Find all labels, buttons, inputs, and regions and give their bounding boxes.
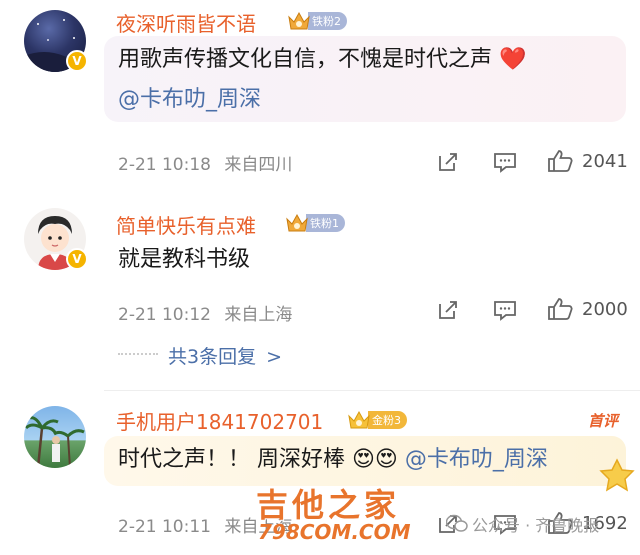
share-button[interactable] — [436, 150, 460, 174]
location: 来自上海 — [224, 305, 293, 325]
replies-divider — [118, 353, 158, 355]
comment-item: V 简单快乐有点难 铁粉1 就是教科书级 2-21 10:12 来自上海 200… — [0, 190, 640, 390]
like-count: 2041 — [582, 150, 628, 172]
verified-badge-icon: V — [66, 50, 88, 72]
heart-icon: ❤️ — [499, 47, 527, 72]
verified-badge-icon: V — [66, 248, 88, 270]
first-comment-badge: 首评 — [588, 412, 619, 430]
wechat-icon — [446, 514, 468, 532]
fan-level-label: 金粉3 — [368, 411, 407, 429]
comment-time: 2-21 10:12 来自上海 — [118, 300, 292, 325]
comment-time: 2-21 10:18 来自四川 — [118, 150, 292, 175]
timestamp: 2-21 10:18 — [118, 155, 211, 175]
wechat-watermark-text: 公众号 · 齐鲁晚报 — [472, 516, 600, 535]
golden-star-decoration-icon — [599, 458, 635, 492]
divider — [104, 390, 640, 391]
fan-level-label: 铁粉2 — [308, 12, 347, 30]
comment-icon — [494, 301, 516, 321]
location: 来自四川 — [224, 155, 293, 175]
wechat-watermark: 公众号 · 齐鲁晚报 — [446, 512, 599, 536]
comment-button[interactable] — [492, 150, 518, 174]
avatar[interactable] — [24, 406, 86, 468]
comment-text-line: 用歌声传播文化自信，不愧是时代之声 — [118, 47, 493, 72]
avatar[interactable]: V — [24, 208, 88, 270]
share-button[interactable] — [436, 298, 460, 322]
like-button[interactable]: 2041 — [546, 148, 628, 174]
thumbs-up-icon — [548, 150, 573, 172]
chevron-right-icon: > — [266, 346, 283, 368]
comment-text: 时代之声！！ 周深好棒 😍😍 @卡布叻_周深 — [118, 444, 548, 476]
comment-text: 就是教科书级 — [118, 247, 251, 272]
avatar-image — [24, 406, 86, 468]
comment-text: 用歌声传播文化自信，不愧是时代之声 ❤️ — [118, 44, 526, 76]
fan-badge: 铁粉1 — [284, 212, 345, 234]
comment-text-line: 时代之声！！ 周深好棒 — [118, 447, 345, 472]
username[interactable]: 夜深听雨皆不语 — [116, 8, 256, 37]
replies-label: 共3条回复 — [168, 346, 257, 368]
crown-icon — [348, 410, 370, 429]
thumbs-up-icon — [548, 298, 573, 320]
comment-button[interactable] — [492, 298, 518, 322]
site-watermark-url: 798COM.COM — [258, 520, 411, 544]
share-icon — [439, 153, 457, 171]
view-replies-link[interactable]: 共3条回复 > — [168, 342, 282, 369]
fan-badge: 金粉3 — [346, 409, 407, 431]
avatar[interactable]: V — [24, 10, 88, 72]
crown-icon — [286, 213, 308, 232]
mention-link[interactable]: @卡布叻_周深 — [405, 447, 548, 472]
palm-tree-photo-icon — [24, 416, 85, 468]
username[interactable]: 手机用户1841702701 — [116, 406, 323, 435]
share-icon — [439, 301, 457, 319]
like-count: 2000 — [582, 298, 628, 320]
timestamp: 2-21 10:12 — [118, 305, 211, 325]
fan-badge: 铁粉2 — [286, 10, 347, 32]
like-button[interactable]: 2000 — [546, 296, 628, 322]
timestamp: 2-21 10:11 — [118, 517, 211, 537]
crown-icon — [288, 11, 310, 30]
comment-item: V 夜深听雨皆不语 铁粉2 用歌声传播文化自信，不愧是时代之声 ❤️ @卡布叻_… — [0, 0, 640, 190]
username[interactable]: 简单快乐有点难 — [116, 210, 256, 239]
mention-link[interactable]: @卡布叻_周深 — [118, 84, 261, 116]
heart-eyes-emoji-icon: 😍😍 — [352, 447, 398, 472]
fan-level-label: 铁粉1 — [306, 214, 345, 232]
comment-icon — [494, 153, 516, 173]
